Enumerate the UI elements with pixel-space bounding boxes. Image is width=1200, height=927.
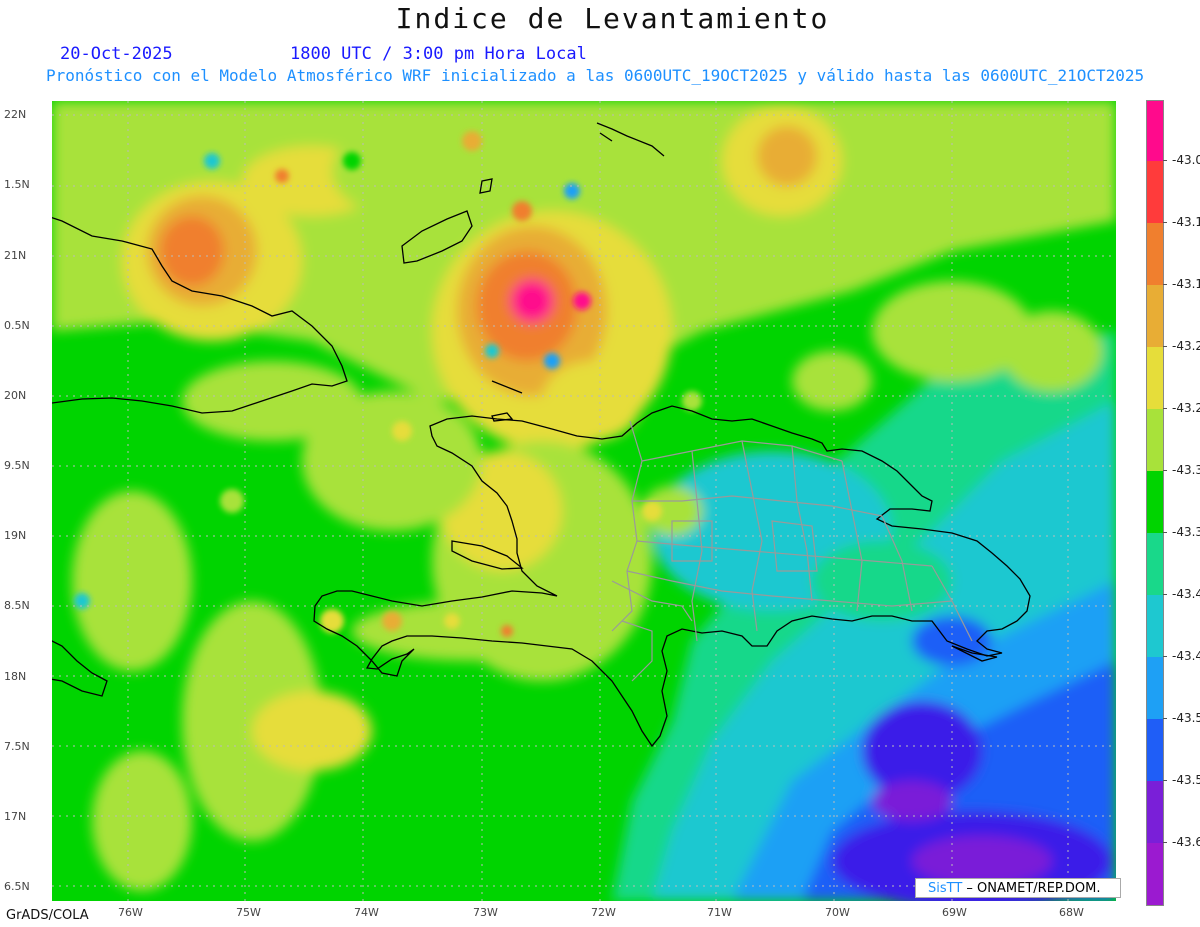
lon-label-75w: 75W xyxy=(236,906,261,919)
lifted-index-field xyxy=(52,101,1116,901)
lon-label-70w: 70W xyxy=(825,906,850,919)
lat-label-20.5n: 0.5N xyxy=(4,319,30,332)
colorbar-seg-1 xyxy=(1147,161,1163,223)
colorbar-seg-3 xyxy=(1147,285,1163,347)
colorbar-seg-4 xyxy=(1147,347,1163,409)
colorbar-seg-2 xyxy=(1147,223,1163,285)
software-credit: GrADS/COLA xyxy=(6,908,89,923)
colorbar-tick xyxy=(1163,160,1167,161)
colorbar-seg-11 xyxy=(1147,781,1163,843)
lat-label-21n: 21N xyxy=(4,249,27,262)
colorbar-seg-0 xyxy=(1147,101,1163,161)
lon-label-73w: 73W xyxy=(473,906,498,919)
lon-label-76w: 76W xyxy=(118,906,143,919)
colorbar-tick xyxy=(1163,718,1167,719)
lon-label-68w: 68W xyxy=(1059,906,1084,919)
lat-label-22n: 22N xyxy=(4,108,27,121)
lat-label-16.5n: 6.5N xyxy=(4,880,30,893)
lon-label-69w: 69W xyxy=(942,906,967,919)
sistt-logo-text: SisTT xyxy=(928,881,963,896)
colorbar-seg-6 xyxy=(1147,471,1163,533)
colorbar-label: -43.3 xyxy=(1172,525,1200,539)
colorbar-label: -43.5 xyxy=(1172,711,1200,725)
lat-label-21.5n: 1.5N xyxy=(4,178,30,191)
colorbar-label: -43.5 xyxy=(1172,773,1200,787)
colorbar-tick xyxy=(1163,470,1167,471)
map-title: Indice de Levantamiento xyxy=(395,2,830,35)
colorbar-tick xyxy=(1163,346,1167,347)
colorbar-label: -43.1 xyxy=(1172,277,1200,291)
model-description: Pronóstico con el Modelo Atmosférico WRF… xyxy=(46,66,1145,85)
colorbar-label: -43.6 xyxy=(1172,835,1200,849)
lon-label-72w: 72W xyxy=(591,906,616,919)
colorbar-tick xyxy=(1163,842,1167,843)
colorbar-seg-10 xyxy=(1147,719,1163,781)
colorbar-label: -43.3 xyxy=(1172,463,1200,477)
forecast-time: 1800 UTC / 3:00 pm Hora Local xyxy=(290,44,587,64)
colorbar-tick xyxy=(1163,284,1167,285)
credit-org: – ONAMET/REP.DOM. xyxy=(962,881,1101,896)
colorbar-seg-9 xyxy=(1147,657,1163,719)
colorbar-tick xyxy=(1163,408,1167,409)
lat-label-20n: 20N xyxy=(4,389,27,402)
colorbar-label: -43.4 xyxy=(1172,587,1200,601)
lon-label-71w: 71W xyxy=(707,906,732,919)
colorbar-tick xyxy=(1163,532,1167,533)
lat-label-18.5n: 8.5N xyxy=(4,599,30,612)
colorbar-seg-7 xyxy=(1147,533,1163,595)
lat-label-19.5n: 9.5N xyxy=(4,459,30,472)
colorbar-tick xyxy=(1163,656,1167,657)
map-plot-area xyxy=(52,101,1116,901)
colorbar-tick xyxy=(1163,222,1167,223)
lat-label-17n: 17N xyxy=(4,810,27,823)
colorbar-tick xyxy=(1163,594,1167,595)
colorbar xyxy=(1146,100,1164,906)
colorbar-label: -43.0 xyxy=(1172,153,1200,167)
forecast-date: 20-Oct-2025 xyxy=(60,44,173,64)
lat-label-17.5n: 7.5N xyxy=(4,740,30,753)
colorbar-label: -43.1 xyxy=(1172,215,1200,229)
colorbar-seg-5 xyxy=(1147,409,1163,471)
credit-box: SisTT – ONAMET/REP.DOM. xyxy=(915,878,1121,898)
colorbar-label: -43.2 xyxy=(1172,339,1200,353)
colorbar-tick xyxy=(1163,780,1167,781)
colorbar-label: -43.4 xyxy=(1172,649,1200,663)
colorbar-label: -43.2 xyxy=(1172,401,1200,415)
lat-label-18n: 18N xyxy=(4,670,27,683)
colorbar-seg-8 xyxy=(1147,595,1163,657)
colorbar-seg-12 xyxy=(1147,843,1163,905)
lat-label-19n: 19N xyxy=(4,529,27,542)
lon-label-74w: 74W xyxy=(354,906,379,919)
